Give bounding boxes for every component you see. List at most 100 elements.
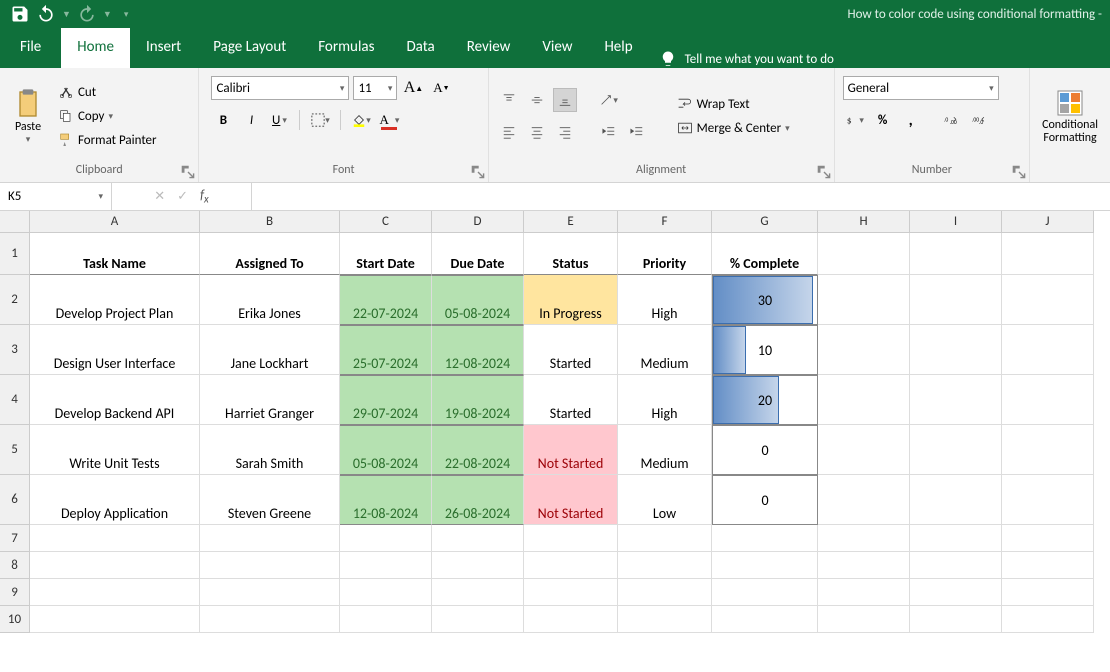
cell[interactable] [910, 552, 1002, 579]
tab-page-layout[interactable]: Page Layout [197, 28, 302, 68]
tab-data[interactable]: Data [390, 28, 450, 68]
cell[interactable] [910, 375, 1002, 425]
cell[interactable]: 20 [712, 375, 818, 425]
italic-button[interactable]: I [239, 108, 263, 132]
accounting-format-icon[interactable]: $▾ [843, 108, 867, 132]
row-header[interactable]: 4 [0, 375, 30, 425]
cell[interactable]: Sarah Smith [200, 425, 340, 475]
cell[interactable]: 12-08-2024 [340, 475, 432, 525]
autosave-icon[interactable] [10, 4, 30, 24]
align-left-icon[interactable] [497, 120, 521, 144]
cell[interactable]: 05-08-2024 [432, 275, 524, 325]
cell[interactable] [1002, 525, 1094, 552]
formula-input[interactable] [252, 183, 1110, 210]
undo-icon[interactable] [36, 4, 56, 24]
cell[interactable]: High [618, 375, 712, 425]
cell[interactable]: 0 [712, 475, 818, 525]
cell[interactable] [524, 525, 618, 552]
conditional-formatting-button[interactable]: Conditional Formatting [1038, 85, 1102, 147]
cell[interactable] [910, 275, 1002, 325]
row-header[interactable]: 10 [0, 606, 30, 633]
cell[interactable]: Erika Jones [200, 275, 340, 325]
cell[interactable]: Harriet Granger [200, 375, 340, 425]
cell[interactable] [200, 552, 340, 579]
row-header[interactable]: 1 [0, 233, 30, 275]
cell[interactable] [910, 425, 1002, 475]
column-header[interactable]: I [910, 211, 1002, 233]
cell[interactable] [618, 525, 712, 552]
cell[interactable]: Not Started [524, 475, 618, 525]
cell[interactable]: Priority [618, 233, 712, 275]
cell[interactable] [340, 525, 432, 552]
row-header[interactable]: 8 [0, 552, 30, 579]
cell[interactable]: Medium [618, 325, 712, 375]
select-all-corner[interactable] [0, 211, 30, 233]
cell[interactable]: 22-07-2024 [340, 275, 432, 325]
cell[interactable]: 25-07-2024 [340, 325, 432, 375]
cell[interactable] [432, 579, 524, 606]
cell[interactable] [524, 606, 618, 633]
cell[interactable] [818, 325, 910, 375]
cut-button[interactable]: Cut [54, 82, 161, 102]
column-header[interactable]: E [524, 211, 618, 233]
cell[interactable] [30, 579, 200, 606]
cell[interactable]: Medium [618, 425, 712, 475]
cell[interactable] [712, 552, 818, 579]
qat-customize-icon[interactable]: ▾ [124, 9, 129, 20]
tab-review[interactable]: Review [451, 28, 527, 68]
row-header[interactable]: 6 [0, 475, 30, 525]
format-painter-button[interactable]: Format Painter [54, 130, 161, 150]
cell[interactable] [432, 606, 524, 633]
underline-button[interactable]: U▾ [267, 108, 291, 132]
column-header[interactable]: A [30, 211, 200, 233]
tab-file[interactable]: File [0, 28, 61, 68]
font-size-combo[interactable]: 11▾ [353, 76, 397, 100]
cell[interactable] [1002, 233, 1094, 275]
borders-button[interactable]: ▾ [308, 108, 332, 132]
cell[interactable]: Develop Backend API [30, 375, 200, 425]
cell[interactable] [818, 425, 910, 475]
cell[interactable]: 29-07-2024 [340, 375, 432, 425]
cell[interactable] [30, 552, 200, 579]
cell[interactable]: Assigned To [200, 233, 340, 275]
tab-help[interactable]: Help [588, 28, 648, 68]
cell[interactable] [340, 552, 432, 579]
cell[interactable] [432, 552, 524, 579]
column-header[interactable]: H [818, 211, 910, 233]
number-format-combo[interactable]: General▾ [843, 76, 999, 100]
cell[interactable]: High [618, 275, 712, 325]
cell[interactable]: 19-08-2024 [432, 375, 524, 425]
dialog-launcher-icon[interactable] [817, 165, 831, 179]
bold-button[interactable]: B [211, 108, 235, 132]
cell[interactable] [200, 525, 340, 552]
increase-decimal-icon[interactable]: .0.00 [939, 108, 963, 132]
cell[interactable]: Task Name [30, 233, 200, 275]
orientation-icon[interactable]: ▾ [597, 88, 621, 112]
cell[interactable]: 26-08-2024 [432, 475, 524, 525]
column-header[interactable]: C [340, 211, 432, 233]
cell[interactable] [712, 579, 818, 606]
cell[interactable] [818, 375, 910, 425]
align-middle-icon[interactable] [525, 88, 549, 112]
cell[interactable] [818, 233, 910, 275]
name-box[interactable]: K5▾ [0, 183, 112, 210]
cell[interactable]: Write Unit Tests [30, 425, 200, 475]
copy-button[interactable]: Copy▾ [54, 106, 161, 126]
tab-insert[interactable]: Insert [130, 28, 197, 68]
fx-icon[interactable]: fx [200, 188, 209, 206]
dropdown-icon[interactable]: ▼ [103, 9, 112, 20]
cell[interactable] [910, 233, 1002, 275]
cell[interactable] [818, 606, 910, 633]
cell[interactable]: 22-08-2024 [432, 425, 524, 475]
cell[interactable]: 0 [712, 425, 818, 475]
percent-format-icon[interactable]: % [871, 108, 895, 132]
cell[interactable] [910, 579, 1002, 606]
cell[interactable] [340, 606, 432, 633]
fill-color-button[interactable]: ▾ [349, 108, 373, 132]
cell[interactable] [818, 475, 910, 525]
align-top-icon[interactable] [497, 88, 521, 112]
cell[interactable] [200, 606, 340, 633]
tab-home[interactable]: Home [61, 28, 130, 68]
cell[interactable] [818, 525, 910, 552]
tab-formulas[interactable]: Formulas [302, 28, 390, 68]
